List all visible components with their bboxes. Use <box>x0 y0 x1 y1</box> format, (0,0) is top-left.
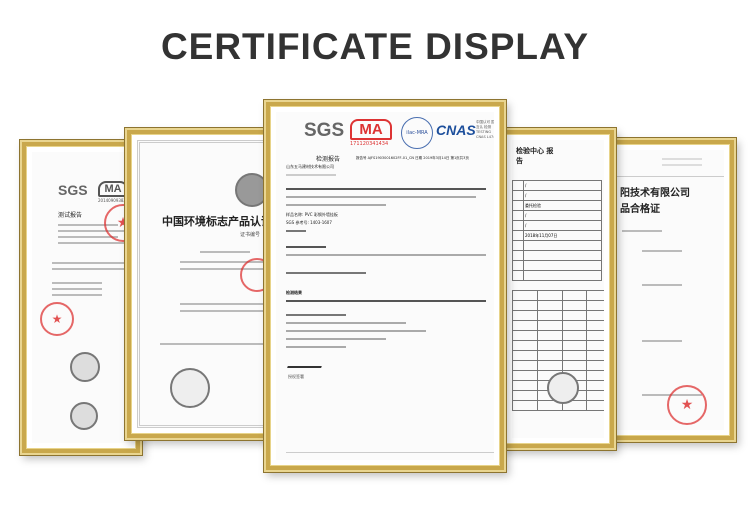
seal <box>70 352 100 382</box>
certificate-frame-right: 阳技术有限公司 品合格证 ★ <box>600 138 736 442</box>
authorized-signatory: 授权签署 <box>288 374 304 379</box>
qualified-heading: 品合格证 <box>620 204 660 215</box>
results-heading: 检测结果 <box>286 290 302 295</box>
red-stamp: ★ <box>667 385 707 425</box>
certificate-frame-left: SGS MA 2014090938Z 测试报告 ★ ★ <box>20 140 142 455</box>
report-heading: 检测报告 <box>316 156 341 163</box>
report-number: 报告号 AJFS1903001602FF-01_CN 日期 2019年3月14日… <box>356 156 469 160</box>
cnas-text: 中国认可 国际互认 检测 TESTING CNAS L4743 <box>476 120 494 139</box>
company-heading: 阳技术有限公司 <box>620 188 690 199</box>
seal <box>70 402 98 430</box>
red-stamp: ★ <box>40 302 74 336</box>
seal <box>170 368 210 408</box>
table-cell: 委托检验 <box>523 200 602 211</box>
table-cell: 2018年11月07日 <box>523 230 602 241</box>
report-heading: 测试报告 <box>58 212 83 219</box>
inspection-heading: 检验中心 报告 <box>516 146 554 165</box>
cma-logo: MA <box>350 119 392 140</box>
sgs-logo: SGS <box>58 182 88 198</box>
certificate-frame-environmental: 中国环境标志产品认证 证书编号 <box>125 128 282 440</box>
inspection-table: / / 委托检验 / / 2018年11月07日 <box>512 180 602 281</box>
company-name: 山东五马建材技术有限公司 <box>286 164 334 169</box>
table-cell: / <box>523 190 602 201</box>
sgs-logo: SGS <box>304 120 345 141</box>
sample-name: 样品名称: PVC 彩钢外墙挂板 <box>286 212 338 217</box>
certificate-heading: 中国环境标志产品认证 <box>162 215 270 228</box>
table-cell: / <box>523 180 602 191</box>
table-cell: / <box>523 220 602 231</box>
cnas-logo: CNAS <box>436 122 476 138</box>
ilac-mra-logo: ilac-MRA <box>401 117 433 149</box>
table-cell: / <box>523 210 602 221</box>
certificate-frame-inspection: 检验中心 报告 / / 委托检验 / / 2018年11月07日 <box>500 128 616 450</box>
ma-number: 171120341434 <box>350 141 389 147</box>
certificate-frame-sgs-report: SGS MA 171120341434 ilac-MRA CNAS 中国认可 国… <box>264 100 506 472</box>
sgs-reference: SGS 参考号: 1403-1607 <box>286 220 332 225</box>
ma-number: 2014090938Z <box>98 198 127 203</box>
cma-logo: MA <box>98 181 128 197</box>
page-title: CERTIFICATE DISPLAY <box>160 26 590 67</box>
certificate-number: 证书编号 <box>240 232 261 238</box>
signature <box>287 352 327 368</box>
seal <box>547 372 579 404</box>
